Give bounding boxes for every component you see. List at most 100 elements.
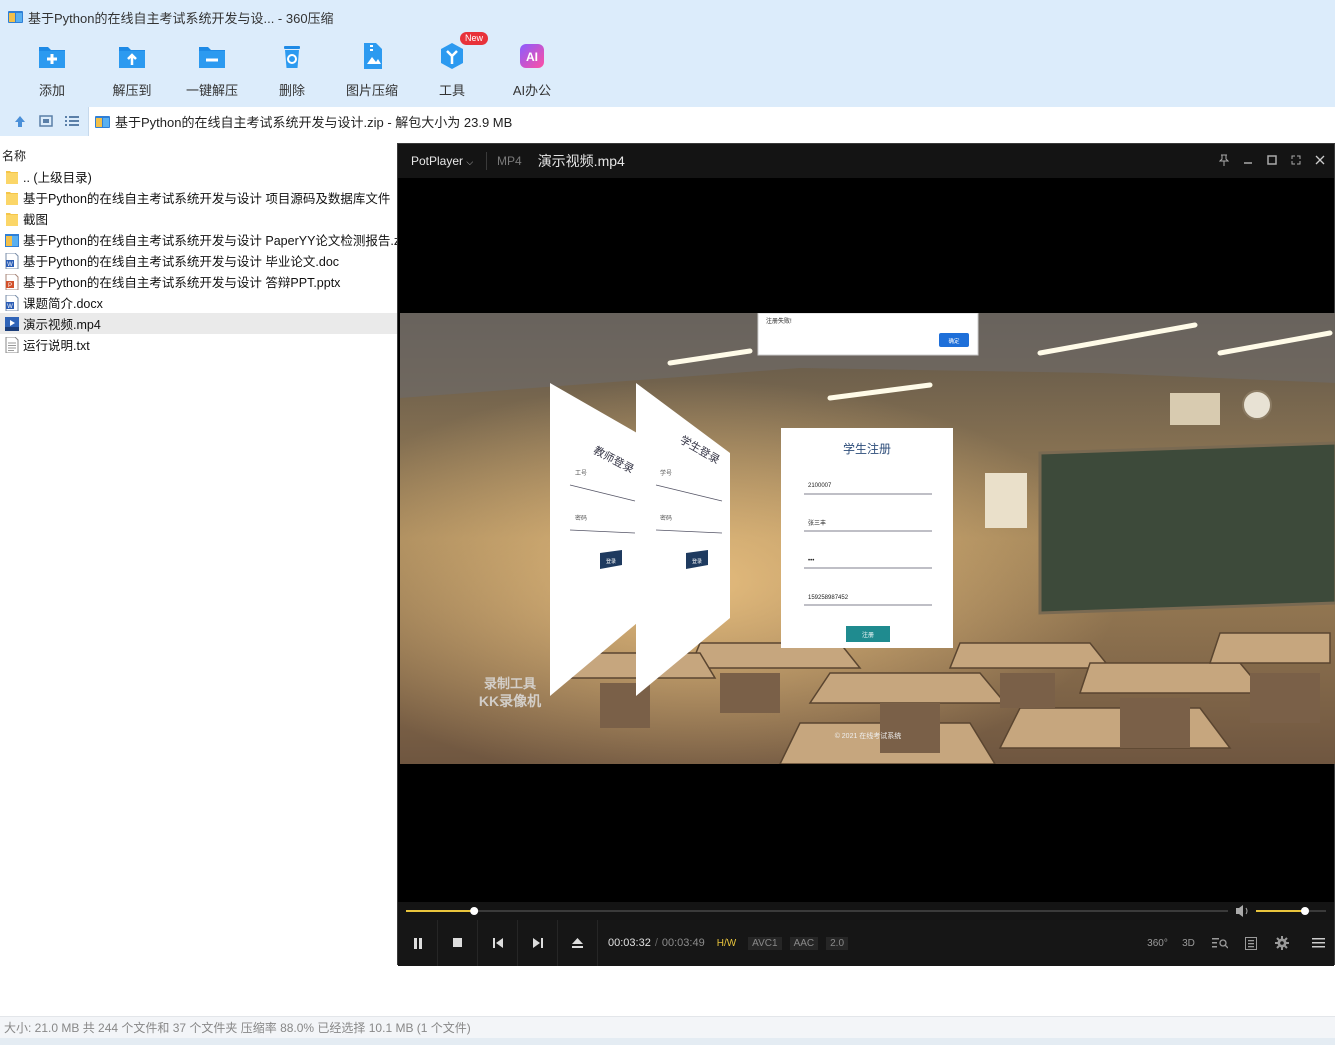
svg-text:2100007: 2100007 [808, 483, 832, 489]
thumbnail-view-icon [39, 115, 53, 127]
close-button[interactable] [1312, 152, 1328, 168]
zip-file-icon [5, 233, 19, 247]
next-button[interactable] [518, 920, 558, 966]
delete-label: 删除 [278, 83, 305, 98]
vr360-button[interactable]: 360° [1142, 920, 1173, 966]
svg-text:注册: 注册 [862, 631, 874, 639]
seek-track [406, 910, 1228, 912]
ai-office-label: AI办公 [512, 83, 552, 98]
player-filename: 演示视频.mp4 [537, 153, 625, 169]
pin-button[interactable] [1216, 152, 1232, 168]
player-menu-button[interactable]: PotPlayer ⌵ [398, 154, 486, 168]
file-row[interactable]: 运行说明.txt [0, 334, 398, 355]
3d-button[interactable]: 3D [1173, 920, 1204, 966]
alert-text: 注册失败! [766, 317, 792, 325]
svg-text:•••: ••• [808, 558, 814, 564]
file-row[interactable]: W 课题简介.docx [0, 292, 398, 313]
audio-codec-tag[interactable]: AAC [789, 936, 819, 950]
ai-office-button[interactable]: AI AI办公 [492, 34, 572, 106]
file-row[interactable]: 截图 [0, 208, 398, 229]
file-row[interactable]: 演示视频.mp4 [0, 313, 398, 334]
playlist-icon [1244, 936, 1257, 950]
settings-button[interactable] [1266, 920, 1297, 966]
hw-decode-tag[interactable]: H/W [713, 937, 740, 950]
delete-icon [284, 46, 300, 68]
thumbnail-view-button[interactable] [33, 108, 59, 134]
file-row[interactable]: W 基于Python的在线自主考试系统开发与设计 毕业论文.doc [0, 250, 398, 271]
video-frame[interactable]: 教师登录 工号 密码 登录 学生登录 学号 密码 登录 录制工具 KK录像机 学… [400, 313, 1335, 764]
add-button[interactable]: 添加 [12, 34, 92, 106]
file-row[interactable]: P 基于Python的在线自主考试系统开发与设计 答辩PPT.pptx [0, 271, 398, 292]
file-name: 基于Python的在线自主考试系统开发与设计 项目源码及数据库文件 [23, 192, 391, 206]
eject-button[interactable] [558, 920, 598, 966]
folder-icon [6, 170, 18, 184]
maximize-button[interactable] [1264, 152, 1280, 168]
playlist-button[interactable] [1235, 920, 1266, 966]
file-name: 截图 [23, 213, 49, 227]
title-separator [486, 152, 487, 170]
video-file-icon [5, 316, 19, 331]
file-row[interactable]: 基于Python的在线自主考试系统开发与设计 PaperYY论文检测报告.zip [0, 229, 398, 250]
svg-text:W: W [7, 262, 13, 268]
title-bar: 基于Python的在线自主考试系统开发与设... - 360压缩 [0, 0, 1335, 34]
seek-knob [470, 907, 479, 915]
control-bar: 00:03:32 / 00:03:49 H/W AVC1 AAC 2.0 360… [398, 920, 1334, 966]
file-name: 基于Python的在线自主考试系统开发与设计 毕业论文.doc [23, 255, 340, 269]
maximize-icon [1267, 155, 1277, 165]
pin-icon [1219, 154, 1229, 166]
copyright-text: © 2021 在线考试系统 [835, 731, 902, 740]
fullscreen-button[interactable] [1288, 152, 1304, 168]
one-click-extract-button[interactable]: 一键解压 [172, 34, 252, 106]
extract-to-button[interactable]: 解压到 [92, 34, 172, 106]
menu-button[interactable] [1303, 920, 1334, 966]
wall-clock [1242, 390, 1272, 420]
volume-icon [1236, 905, 1248, 917]
channels-tag[interactable]: 2.0 [826, 936, 849, 950]
file-row[interactable]: .. (上级目录) [0, 166, 398, 187]
column-header-name[interactable]: 名称 [0, 144, 398, 166]
svg-text:张三丰: 张三丰 [808, 519, 826, 527]
stop-button[interactable] [438, 920, 478, 966]
seek-fill [406, 910, 475, 912]
up-arrow-icon [15, 116, 25, 127]
search-list-icon [1211, 938, 1228, 949]
svg-text:工号: 工号 [575, 470, 587, 477]
register-panel [781, 428, 953, 648]
bottom-strip [0, 1038, 1335, 1045]
up-level-button[interactable] [7, 108, 33, 134]
potplayer-window: PotPlayer ⌵ MP4 演示视频.mp4 教师登录 工号 密码 登录 学… [397, 143, 1335, 966]
player-format: MP4 [497, 154, 522, 168]
volume-fill [1256, 910, 1305, 912]
pause-button[interactable] [398, 920, 438, 966]
tools-button[interactable]: New 工具 [412, 32, 492, 106]
status-bar: 大小: 21.0 MB 共 244 个文件和 37 个文件夹 压缩率 88.0%… [0, 1016, 1335, 1038]
svg-text:登录: 登录 [692, 558, 702, 565]
chalkboard [1038, 441, 1335, 615]
minimize-button[interactable] [1240, 152, 1256, 168]
svg-text:密码: 密码 [575, 514, 587, 522]
file-row[interactable]: 基于Python的在线自主考试系统开发与设计 项目源码及数据库文件 [0, 187, 398, 208]
zip-app-icon [8, 11, 23, 23]
search-list-button[interactable] [1204, 920, 1235, 966]
video-codec-tag[interactable]: AVC1 [748, 936, 782, 950]
3d-icon: 3D [1182, 937, 1195, 949]
delete-button[interactable]: 删除 [252, 34, 332, 106]
svg-text:P: P [8, 283, 12, 289]
svg-text:确定: 确定 [948, 337, 960, 345]
list-view-button[interactable] [59, 108, 85, 134]
poster [985, 473, 1027, 528]
status-text: 大小: 21.0 MB 共 244 个文件和 37 个文件夹 压缩率 88.0%… [4, 1021, 471, 1035]
address-bar: 基于Python的在线自主考试系统开发与设计.zip - 解包大小为 23.9 … [0, 106, 1335, 136]
previous-button[interactable] [478, 920, 518, 966]
minimize-icon [1244, 162, 1252, 164]
chevron-down-icon: ⌵ [466, 157, 474, 167]
powerpoint-icon: P [5, 273, 19, 290]
fullscreen-icon [1291, 155, 1301, 165]
image-compress-button[interactable]: 图片压缩 [332, 34, 412, 106]
address-field[interactable]: 基于Python的在线自主考试系统开发与设计.zip - 解包大小为 23.9 … [88, 107, 1335, 136]
extract-to-icon [119, 47, 145, 68]
svg-text:AI: AI [526, 50, 538, 64]
folder-icon [6, 191, 18, 205]
one-click-extract-icon [199, 47, 225, 68]
speaker [1170, 393, 1220, 425]
